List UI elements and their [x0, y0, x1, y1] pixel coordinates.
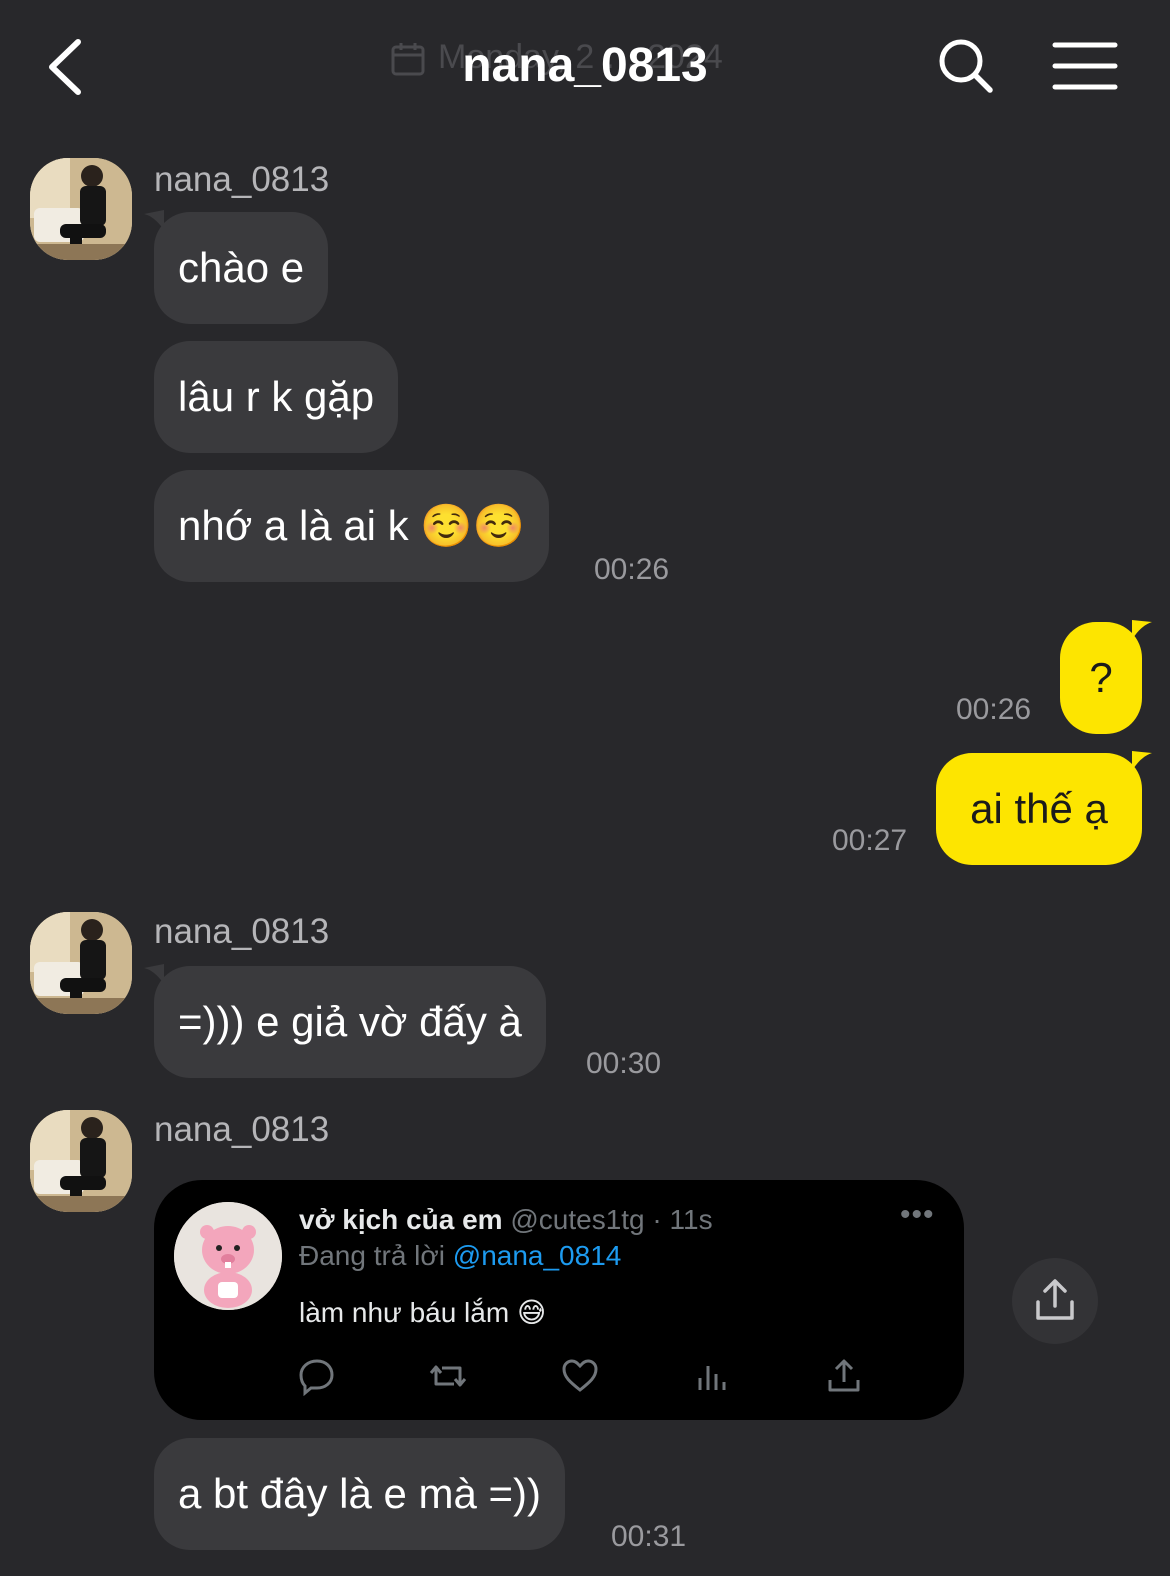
chat-header: Monday, 2 … 2024 nana_0813 [0, 0, 1170, 130]
tweet-author-line: vở kịch của em @cutes1tg · 11s [299, 1204, 713, 1236]
more-options-icon: ••• [900, 1198, 935, 1231]
tweet-author-avatar [174, 1202, 282, 1310]
profile-photo [30, 1110, 132, 1212]
search-button[interactable] [936, 36, 996, 96]
message-bubble-incoming[interactable]: =))) e giả vờ đấy à [154, 966, 546, 1078]
share-icon [1036, 1279, 1074, 1320]
avatar[interactable] [30, 158, 132, 260]
replying-mention: @nana_0814 [452, 1240, 622, 1271]
message-timestamp: 00:26 [956, 693, 1032, 726]
sender-name: nana_0813 [154, 912, 330, 951]
tweet-body: làm như báu lắm 😅 [299, 1297, 547, 1328]
share-icon [828, 1359, 860, 1392]
chat-screen: Monday, 2 … 2024 nana_0813 nana_0813 chà… [0, 0, 1170, 1576]
message-timestamp: 00:31 [611, 1520, 687, 1553]
retweet-icon [429, 1365, 467, 1387]
message-timestamp: 00:30 [586, 1047, 662, 1080]
bubble-tail [1132, 751, 1152, 771]
pink-beaver-avatar [174, 1202, 282, 1310]
profile-photo [30, 158, 132, 260]
message-bubble-incoming[interactable]: a bt đây là e mà =)) [154, 1438, 566, 1550]
avatar[interactable] [30, 912, 132, 1014]
hamburger-menu-icon [1052, 42, 1118, 90]
message-bubble-outgoing[interactable]: ai thế ạ [936, 753, 1142, 865]
sender-name: nana_0813 [154, 160, 330, 199]
tweet-replying-to: Đang trả lời @nana_0814 [299, 1240, 621, 1272]
views-icon [698, 1366, 726, 1390]
message-bubble-outgoing[interactable]: ? [1060, 622, 1142, 734]
profile-photo [30, 912, 132, 1014]
menu-button[interactable] [1052, 40, 1118, 92]
sender-name: nana_0813 [154, 1110, 330, 1149]
like-icon [562, 1359, 598, 1392]
avatar[interactable] [30, 1110, 132, 1212]
search-icon [939, 39, 993, 93]
message-bubble-incoming[interactable]: nhớ a là ai k ☺️☺️ [154, 470, 549, 582]
share-button[interactable] [1012, 1258, 1098, 1344]
message-timestamp: 00:26 [594, 553, 670, 586]
message-timestamp: 00:27 [832, 824, 908, 857]
message-bubble-incoming[interactable]: lâu r k gặp [154, 341, 399, 453]
shared-tweet-image[interactable]: vở kịch của em @cutes1tg · 11s ••• Đang … [154, 1180, 964, 1420]
bubble-tail [1132, 620, 1152, 640]
tweet-handle-time: @cutes1tg · 11s [502, 1204, 713, 1235]
replying-prefix: Đang trả lời [299, 1240, 453, 1271]
message-bubble-incoming[interactable]: chào e [154, 212, 329, 324]
tweet-display-name: vở kịch của em [299, 1204, 503, 1235]
reply-icon [299, 1359, 334, 1396]
